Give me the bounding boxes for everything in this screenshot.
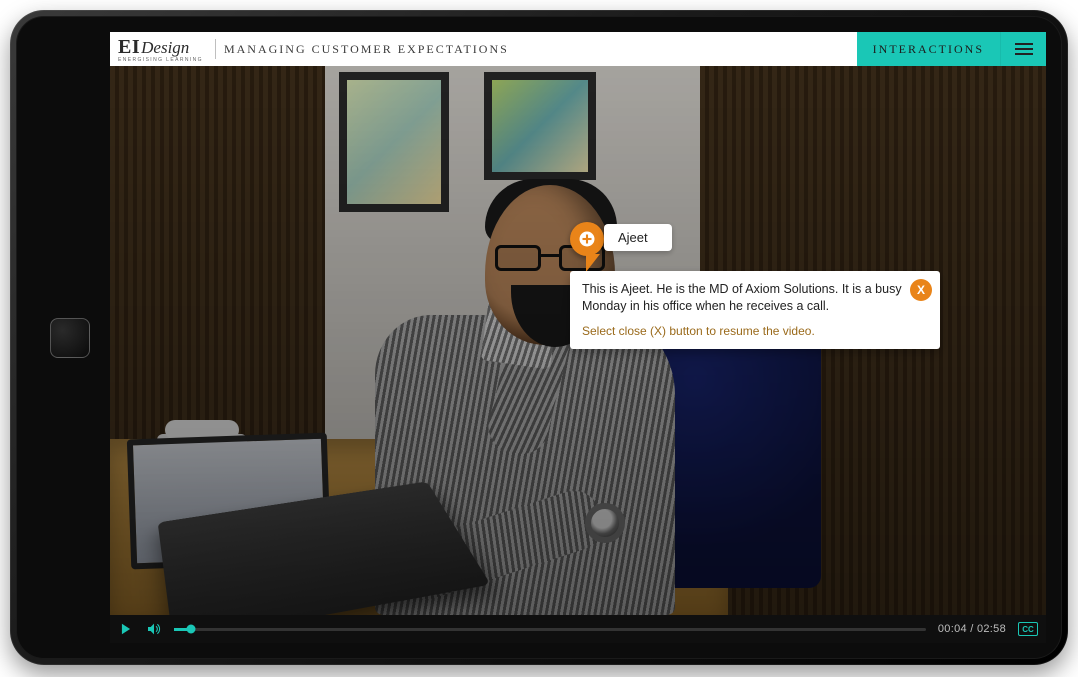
hotspot-marker[interactable] (570, 222, 604, 256)
volume-icon (146, 621, 162, 637)
course-title: MANAGING CUSTOMER EXPECTATIONS (224, 42, 509, 57)
hotspot-name-chip: Ajeet (604, 224, 672, 251)
plus-icon (578, 230, 596, 248)
tablet-frame: EIDesign ENERGISING LEARNING MANAGING CU… (10, 10, 1068, 665)
top-bar: EIDesign ENERGISING LEARNING MANAGING CU… (110, 32, 1046, 66)
time-display: 00:04 / 02:58 (938, 623, 1006, 635)
app-screen: EIDesign ENERGISING LEARNING MANAGING CU… (110, 32, 1046, 643)
tablet-home-button[interactable] (50, 318, 90, 358)
volume-button[interactable] (146, 621, 162, 637)
progress-knob[interactable] (186, 625, 195, 634)
video-player-bar: 00:04 / 02:58 CC (110, 615, 1046, 643)
brand-part-1: EI (118, 36, 140, 58)
brand-logo: EIDesign ENERGISING LEARNING (110, 36, 213, 63)
brand-tagline: ENERGISING LEARNING (118, 57, 203, 63)
cc-button[interactable]: CC (1018, 622, 1038, 636)
video-area: Ajeet This is Ajeet. He is the MD of Axi… (110, 66, 1046, 615)
info-card: This is Ajeet. He is the MD of Axiom Sol… (570, 271, 940, 349)
header-divider (215, 39, 216, 59)
info-card-text: This is Ajeet. He is the MD of Axiom Sol… (582, 281, 912, 315)
info-card-hint: Select close (X) button to resume the vi… (582, 323, 912, 339)
brand-part-2: Design (141, 38, 189, 57)
info-card-close-button[interactable]: X (910, 279, 932, 301)
hotspot-pointer (586, 254, 600, 272)
play-icon (119, 622, 133, 636)
interactions-button[interactable]: INTERACTIONS (857, 32, 1000, 66)
progress-bar[interactable] (174, 628, 926, 631)
play-button[interactable] (118, 621, 134, 637)
menu-button[interactable] (1000, 32, 1046, 66)
scene-art-2 (484, 72, 596, 180)
hamburger-icon (1015, 48, 1033, 50)
